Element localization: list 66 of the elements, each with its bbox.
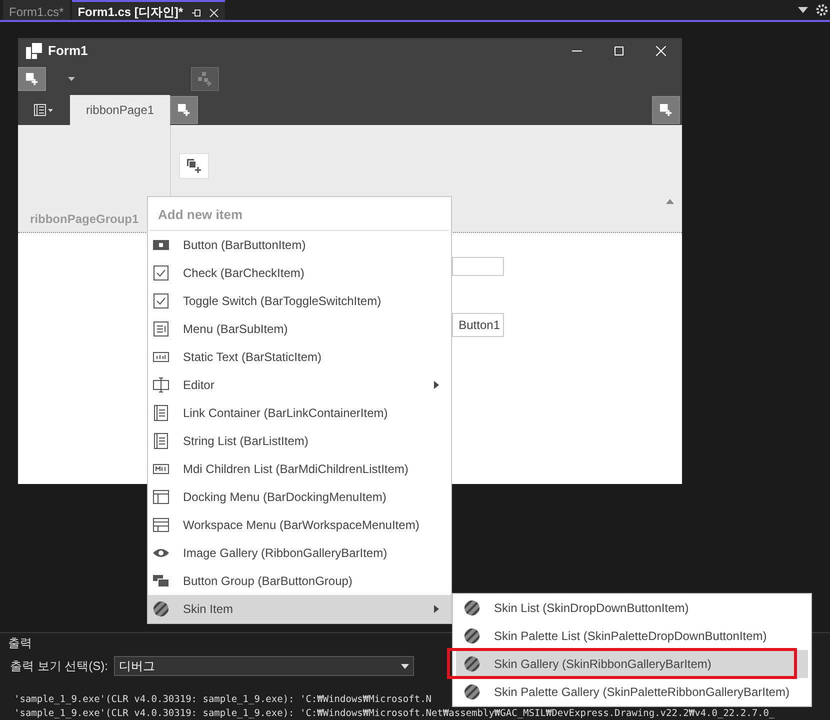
window-icon: [153, 517, 169, 533]
menu-item[interactable]: Toggle Switch (BarToggleSwitchItem): [148, 287, 451, 315]
source-label: 출력 보기 선택(S):: [10, 658, 108, 674]
window-title: Form1: [48, 43, 88, 58]
button-group-icon: [153, 573, 169, 589]
menu-item[interactable]: Skin Item: [148, 595, 451, 623]
menu-icon: [153, 321, 169, 337]
close-icon[interactable]: [209, 8, 220, 18]
menu-item[interactable]: Button (BarButtonItem): [148, 231, 451, 259]
striped-circle-icon: [464, 656, 480, 672]
menu-item[interactable]: Link Container (BarLinkContainerItem): [148, 399, 451, 427]
striped-circle-icon: [153, 601, 169, 617]
output-line: 'sample_1_9.exe'(CLR v4.0.30319: sample_1_9.exe): 'C:₩Windows₩Microsoft.Net₩assembly₩GAC_MSIL₩DevExpress.Drawing.v22.2₩v4.0_22.2.7.0_: [14, 708, 775, 719]
add-item-button[interactable]: [18, 67, 46, 91]
list-icon: [153, 433, 169, 449]
menu-item[interactable]: Button Group (BarButtonGroup): [148, 567, 451, 595]
menu-item[interactable]: Workspace Menu (BarWorkspaceMenuItem): [148, 511, 451, 539]
output-line: 'sample_1_9.exe'(CLR v4.0.30319: sample_1_9.exe): 'C:₩Windows₩Microsoft.N: [14, 694, 432, 705]
list-icon: [153, 405, 169, 421]
menu-item[interactable]: Image Gallery (RibbonGalleryBarItem): [148, 539, 451, 567]
menu-item[interactable]: Docking Menu (BarDockingMenuItem): [148, 483, 451, 511]
document-tab[interactable]: Form1.cs*: [3, 0, 70, 20]
editor-icon: [153, 377, 169, 393]
menu-item[interactable]: String List (BarListItem): [148, 427, 451, 455]
maximize-icon[interactable]: [614, 46, 624, 56]
add-group-button[interactable]: [179, 153, 209, 179]
form-icon: [26, 42, 42, 58]
dropdown-icon[interactable]: [798, 7, 808, 13]
ribbon-tab[interactable]: ribbonPage1: [70, 95, 170, 125]
pin-icon[interactable]: [191, 8, 202, 18]
text-icon: [153, 349, 169, 365]
document-tab[interactable]: Form1.cs [디자인]*: [72, 0, 226, 20]
menu-item[interactable]: Skin Palette List (SkinPaletteDropDownButtonItem): [456, 622, 808, 650]
menu-item[interactable]: Skin List (SkinDropDownButtonItem): [456, 594, 808, 622]
button-icon: [153, 237, 169, 253]
menu-item[interactable]: Skin Palette Gallery (SkinPaletteRibbonGalleryBarItem): [456, 678, 808, 706]
menu-item[interactable]: Menu (BarSubItem): [148, 315, 451, 343]
text-field[interactable]: [452, 257, 504, 276]
mdi-icon: [153, 461, 169, 477]
checkbox-icon: [153, 293, 169, 309]
list-dropdown-icon: [34, 104, 54, 116]
form-button[interactable]: Button1: [452, 313, 504, 337]
add-icon[interactable]: [660, 104, 672, 116]
collapse-icon[interactable]: [666, 199, 674, 204]
source-dropdown[interactable]: 디버그: [114, 656, 414, 676]
menu-header: Add new item: [158, 207, 243, 222]
window-icon: [153, 489, 169, 505]
minimize-icon[interactable]: [572, 50, 582, 52]
menu-item[interactable]: Mdi Children List (BarMdiChildrenListItem): [148, 455, 451, 483]
add-icon[interactable]: [26, 73, 38, 85]
striped-circle-icon: [464, 684, 480, 700]
panel-title: 출력: [8, 634, 32, 652]
menu-item[interactable]: Check (BarCheckItem): [148, 259, 451, 287]
dropdown-icon[interactable]: [68, 77, 75, 81]
settings-icon[interactable]: [816, 4, 828, 16]
add-page-button[interactable]: [652, 96, 680, 124]
add-group-icon: [187, 159, 201, 173]
add-page-button[interactable]: [170, 96, 198, 124]
checkbox-icon: [153, 265, 169, 281]
menu-item[interactable]: Editor: [148, 371, 451, 399]
caret-icon: [401, 664, 409, 668]
striped-circle-icon: [464, 600, 480, 616]
squares-plus-icon: [198, 72, 212, 86]
striped-circle-icon: [464, 628, 480, 644]
menu-item[interactable]: Static Text (BarStaticItem): [148, 343, 451, 371]
add-icon[interactable]: [178, 104, 190, 116]
